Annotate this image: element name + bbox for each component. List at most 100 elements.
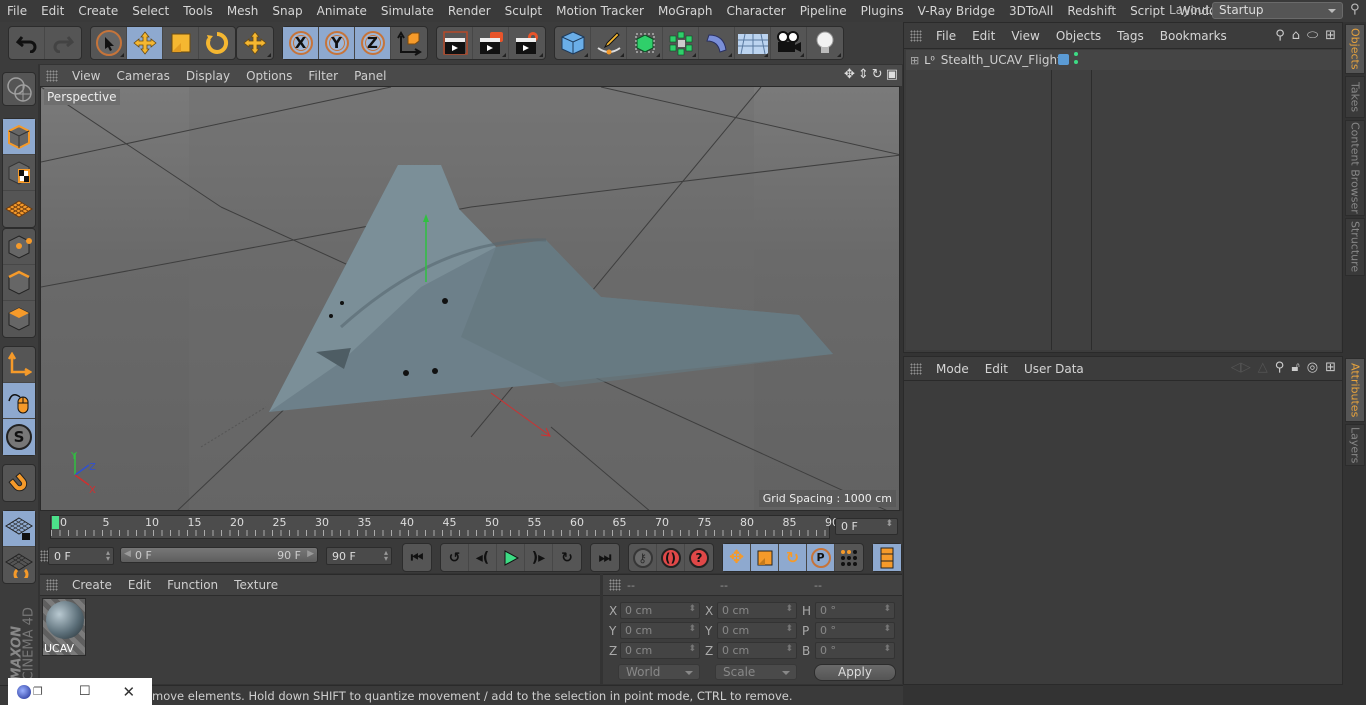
live-selection-button[interactable]	[91, 27, 127, 59]
deformer-bend-button[interactable]	[699, 27, 735, 59]
keyframe-selection-button[interactable]: ?	[685, 544, 713, 571]
workplane-align-button[interactable]	[3, 547, 35, 583]
menu-plugins[interactable]: Plugins	[854, 4, 911, 18]
coordinate-system-button[interactable]	[391, 27, 427, 59]
texture-mode-button[interactable]	[3, 155, 35, 191]
menu-select[interactable]: Select	[125, 4, 176, 18]
move-button[interactable]	[127, 27, 163, 59]
panel-grip[interactable]	[910, 362, 922, 375]
rotate-button[interactable]	[199, 27, 235, 59]
subdivision-surface-button[interactable]	[627, 27, 663, 59]
viewport-menu-view[interactable]: View	[64, 69, 108, 83]
make-editable-button[interactable]	[3, 73, 35, 105]
layout-dropdown[interactable]: Startup	[1212, 2, 1343, 19]
snapping-button[interactable]	[3, 465, 35, 501]
record-parameter-button[interactable]: P	[807, 544, 835, 571]
tab-structure[interactable]: Structure	[1345, 218, 1365, 276]
render-view-button[interactable]	[437, 27, 473, 59]
viewport-menu-cameras[interactable]: Cameras	[108, 69, 177, 83]
z-axis-lock-button[interactable]: Z	[355, 27, 391, 59]
pan-view-icon[interactable]: ✥	[844, 67, 855, 82]
menu-character[interactable]: Character	[719, 4, 792, 18]
frame-range-slider[interactable]: ◀ 0 F 90 F ▶	[120, 547, 318, 563]
camera-button[interactable]	[771, 27, 807, 59]
current-frame-field[interactable]: 0 F ⬍	[835, 518, 898, 535]
pos-z-field[interactable]: 0 cm	[620, 642, 700, 659]
transform-mode-dropdown[interactable]: Scale	[715, 664, 797, 680]
x-axis-lock-button[interactable]: X	[283, 27, 319, 59]
model-mode-button[interactable]	[3, 119, 35, 155]
attribute-menu-edit[interactable]: Edit	[977, 362, 1016, 376]
restore-icon[interactable]: ❐	[33, 685, 43, 698]
search-icon[interactable]: ⚲	[1350, 2, 1360, 17]
editor-visibility-dot[interactable]	[1074, 52, 1078, 56]
orbit-view-icon[interactable]: ↻	[872, 67, 883, 82]
toggle-icon[interactable]: ⬭	[1307, 28, 1318, 43]
menu-tools[interactable]: Tools	[176, 4, 220, 18]
menu-edit[interactable]: Edit	[34, 4, 71, 18]
menu-mesh[interactable]: Mesh	[220, 4, 266, 18]
back-arrow-icon[interactable]: ◁▷	[1231, 360, 1251, 375]
cube-object-button[interactable]	[555, 27, 591, 59]
tab-layers[interactable]: Layers	[1345, 424, 1365, 466]
viewport-menu-display[interactable]: Display	[178, 69, 238, 83]
record-point-level-button[interactable]	[835, 544, 863, 571]
menu-script[interactable]: Script	[1123, 4, 1172, 18]
workplane-lock-button[interactable]	[3, 511, 35, 547]
material-item[interactable]: UCAV	[42, 598, 86, 656]
tab-takes[interactable]: Takes	[1345, 76, 1365, 118]
previous-frame-button[interactable]: ◂(	[469, 544, 497, 571]
pos-x-field[interactable]: 0 cm	[620, 602, 700, 619]
rot-p-field[interactable]: 0 °	[815, 622, 895, 639]
object-menu-tags[interactable]: Tags	[1109, 29, 1152, 43]
workplane-mode-button[interactable]	[3, 191, 35, 227]
record-position-button[interactable]: ✥	[723, 544, 751, 571]
edges-mode-button[interactable]	[3, 265, 35, 301]
menu-motion-tracker[interactable]: Motion Tracker	[549, 4, 651, 18]
timeline-window-button[interactable]	[873, 544, 901, 571]
lock-icon[interactable]: 🔓︎	[1291, 360, 1299, 375]
menu-mograph[interactable]: MoGraph	[651, 4, 720, 18]
render-visibility-dot[interactable]	[1074, 60, 1078, 64]
menu-animate[interactable]: Animate	[310, 4, 374, 18]
panel-grip[interactable]	[910, 29, 922, 42]
target-icon[interactable]: ◎	[1307, 360, 1318, 375]
material-menu-edit[interactable]: Edit	[120, 578, 159, 592]
go-to-end-button[interactable]: ⏭	[591, 544, 619, 571]
menu-sculpt[interactable]: Sculpt	[498, 4, 549, 18]
panel-grip[interactable]	[46, 69, 58, 82]
start-frame-field[interactable]: 0 F ▴ ▾	[48, 547, 114, 565]
pen-spline-button[interactable]	[591, 27, 627, 59]
coordinate-space-dropdown[interactable]: World	[618, 664, 700, 680]
render-to-picture-viewer-button[interactable]	[473, 27, 509, 59]
object-menu-file[interactable]: File	[928, 29, 964, 43]
search-icon[interactable]: ⚲	[1275, 360, 1285, 375]
next-frame-button[interactable]: )▸	[525, 544, 553, 571]
3d-viewport[interactable]: Y Z X Perspective Grid Spacing : 1000 cm	[40, 86, 900, 511]
layer-color-swatch[interactable]	[1058, 54, 1069, 65]
render-settings-button[interactable]	[509, 27, 545, 59]
size-x-field[interactable]: 0 cm	[717, 602, 797, 619]
tweak-mode-button[interactable]	[3, 383, 35, 419]
panel-grip[interactable]	[46, 579, 58, 591]
up-arrow-icon[interactable]: △	[1258, 360, 1268, 375]
end-frame-field[interactable]: 90 F ▴ ▾	[326, 547, 392, 565]
rot-h-field[interactable]: 0 °	[815, 602, 895, 619]
light-button[interactable]	[807, 27, 843, 59]
expand-icon[interactable]: ⊞	[910, 54, 919, 67]
tab-content-browser[interactable]: Content Browser	[1345, 120, 1365, 216]
range-right-arrow-icon[interactable]: ▶	[307, 549, 314, 559]
size-z-field[interactable]: 0 cm	[717, 642, 797, 659]
object-menu-objects[interactable]: Objects	[1048, 29, 1109, 43]
search-icon[interactable]: ⚲	[1275, 28, 1285, 43]
axis-mode-button[interactable]	[3, 347, 35, 383]
redo-button[interactable]	[45, 27, 81, 59]
menu-pipeline[interactable]: Pipeline	[793, 4, 854, 18]
tab-objects[interactable]: Objects	[1345, 24, 1365, 74]
viewport-menu-options[interactable]: Options	[238, 69, 300, 83]
menu-render[interactable]: Render	[441, 4, 498, 18]
viewport-menu-filter[interactable]: Filter	[300, 69, 346, 83]
rot-b-field[interactable]: 0 °	[815, 642, 895, 659]
menu-file[interactable]: File	[0, 4, 34, 18]
close-button[interactable]: ✕	[123, 683, 136, 701]
